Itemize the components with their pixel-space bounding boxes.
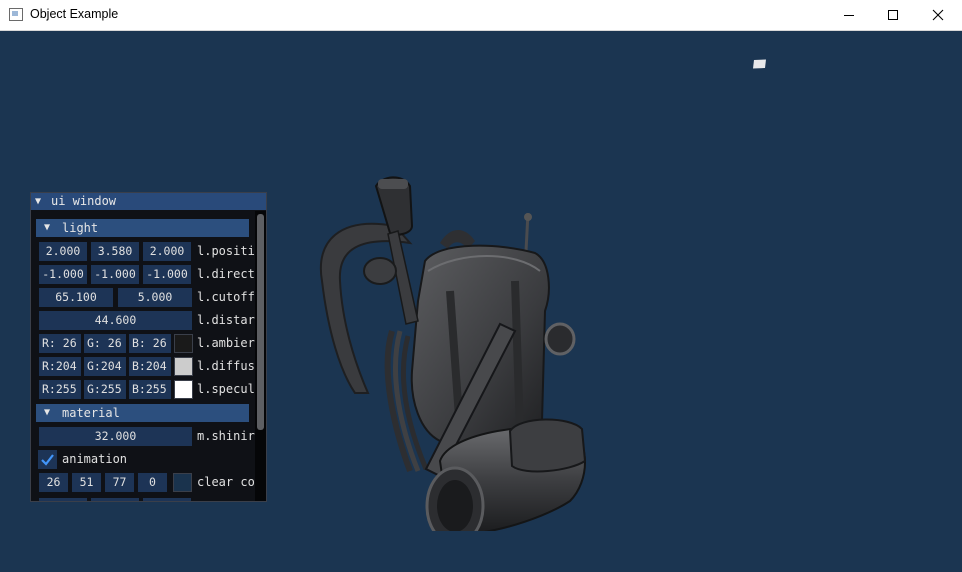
direction-label: l.direct [197, 267, 255, 281]
clear-color-label: clear co [197, 475, 255, 489]
position-x-field[interactable]: 2.000 [39, 242, 87, 261]
ambient-color-swatch[interactable] [174, 334, 193, 353]
diffuse-g-field[interactable]: G:204 [84, 357, 126, 376]
animation-checkbox[interactable] [38, 450, 57, 469]
clear-color-g-field[interactable]: 51 [72, 473, 101, 492]
ambient-label: l.ambier [197, 336, 255, 350]
light-header-label: light [62, 221, 99, 235]
material-header-label: material [62, 406, 120, 420]
ui-window[interactable]: ▼ ui window ▼ light 2.000 3.580 2.000 l.… [30, 192, 267, 502]
close-button[interactable] [915, 0, 961, 30]
minimize-icon [844, 15, 854, 16]
position-label: l.positi [197, 244, 255, 258]
position-y-field[interactable]: 3.580 [91, 242, 139, 261]
specular-label: l.specul [197, 382, 255, 396]
light-header[interactable]: ▼ light [36, 219, 249, 237]
close-icon [932, 9, 944, 21]
title-bar: Object Example [0, 0, 962, 31]
specular-color-swatch[interactable] [174, 380, 193, 399]
ui-window-scrollbar[interactable] [255, 211, 266, 501]
light-cube [753, 59, 766, 69]
ambient-r-field[interactable]: R: 26 [39, 334, 81, 353]
maximize-button[interactable] [870, 0, 916, 30]
partial-field-3[interactable] [143, 498, 191, 501]
ambient-b-field[interactable]: B: 26 [129, 334, 171, 353]
diffuse-b-field[interactable]: B:204 [129, 357, 171, 376]
clear-color-swatch[interactable] [173, 473, 192, 492]
direction-y-field[interactable]: -1.000 [91, 265, 139, 284]
cutoff-inner-field[interactable]: 65.100 [39, 288, 113, 307]
animation-label: animation [62, 452, 128, 466]
specular-g-field[interactable]: G:255 [84, 380, 126, 399]
clear-color-a-field[interactable]: 0 [138, 473, 167, 492]
direction-x-field[interactable]: -1.000 [39, 265, 87, 284]
material-header-arrow-icon: ▼ [44, 407, 51, 418]
position-z-field[interactable]: 2.000 [143, 242, 191, 261]
diffuse-label: l.diffus [197, 359, 255, 373]
window-title: Object Example [30, 7, 119, 21]
ambient-g-field[interactable]: G: 26 [84, 334, 126, 353]
partial-field-1[interactable] [39, 498, 87, 501]
diffuse-r-field[interactable]: R:204 [39, 357, 81, 376]
diffuse-color-swatch[interactable] [174, 357, 193, 376]
scrollbar-thumb[interactable] [257, 214, 264, 430]
specular-b-field[interactable]: B:255 [129, 380, 171, 399]
app-icon [9, 8, 23, 21]
backpack-model [319, 176, 587, 531]
distance-field[interactable]: 44.600 [39, 311, 192, 330]
distance-label: l.distar [197, 313, 255, 327]
maximize-icon [888, 10, 898, 20]
specular-r-field[interactable]: R:255 [39, 380, 81, 399]
material-header[interactable]: ▼ material [36, 404, 249, 422]
minimize-button[interactable] [826, 0, 872, 30]
shininess-field[interactable]: 32.000 [39, 427, 192, 446]
cutoff-outer-field[interactable]: 5.000 [118, 288, 192, 307]
light-header-arrow-icon: ▼ [44, 222, 51, 233]
shininess-label: m.shinir [197, 429, 255, 443]
clear-color-r-field[interactable]: 26 [39, 473, 68, 492]
direction-z-field[interactable]: -1.000 [143, 265, 191, 284]
ui-window-content: ▼ light 2.000 3.580 2.000 l.positi -1.00… [31, 210, 255, 501]
cutoff-label: l.cutoff [197, 290, 255, 304]
ui-window-title: ui window [51, 194, 117, 208]
collapse-arrow-icon[interactable]: ▼ [35, 193, 41, 210]
partial-field-2[interactable] [91, 498, 139, 501]
ui-window-title-bar[interactable]: ▼ ui window [31, 193, 266, 210]
clear-color-b-field[interactable]: 77 [105, 473, 134, 492]
checkmark-icon [41, 454, 54, 466]
